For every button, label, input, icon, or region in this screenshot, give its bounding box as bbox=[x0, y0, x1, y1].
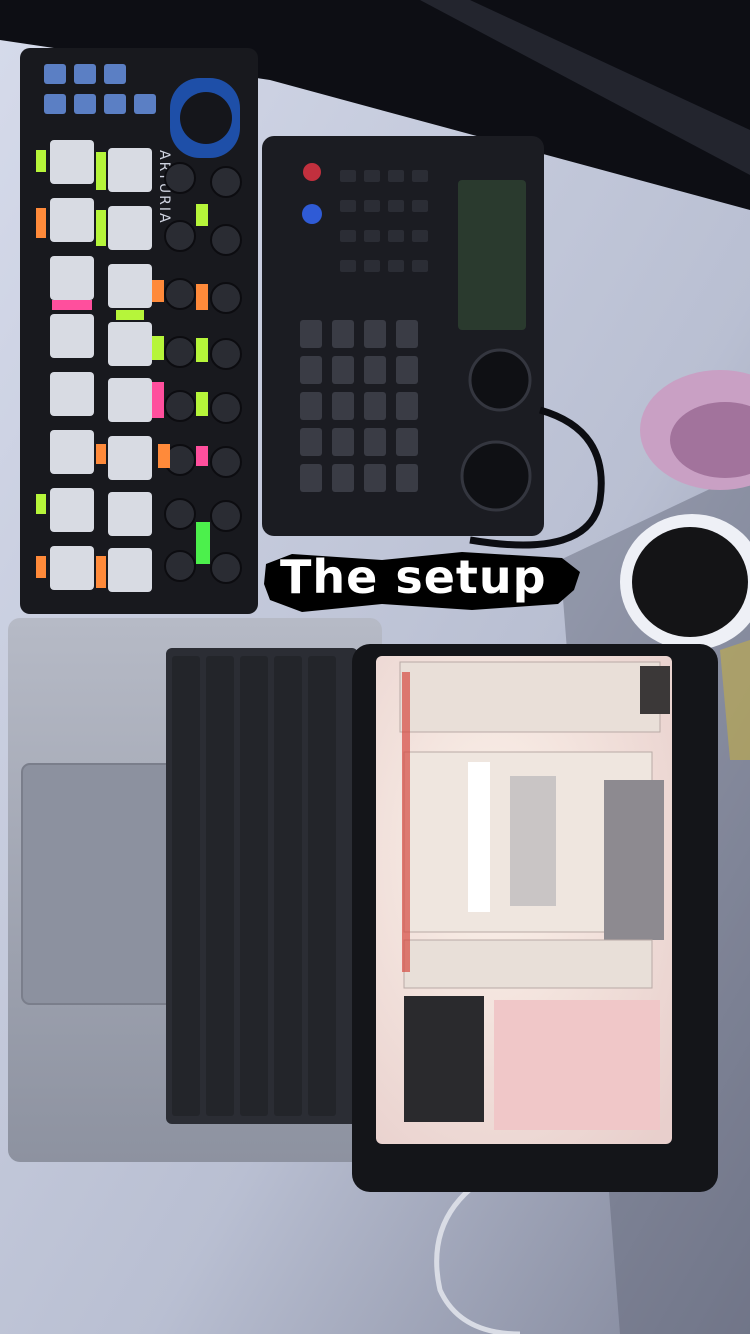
main-encoder-knob bbox=[180, 92, 232, 144]
desk-photo-scene: ARTURIA bbox=[0, 0, 750, 1334]
daw-app-blocks bbox=[399, 661, 670, 1130]
caption-text: The setup bbox=[280, 550, 547, 604]
arturia-controller: ARTURIA bbox=[20, 48, 258, 614]
caption-sticker: The setup bbox=[262, 546, 584, 616]
jog-wheel-top bbox=[468, 348, 532, 412]
drum-machine bbox=[262, 136, 544, 536]
tablet bbox=[352, 644, 718, 1192]
keyboard-keys bbox=[172, 656, 336, 1116]
trackpad bbox=[21, 763, 189, 1005]
jog-wheel-bottom bbox=[460, 440, 532, 512]
laptop bbox=[8, 618, 382, 1162]
lcd-display bbox=[458, 180, 526, 330]
